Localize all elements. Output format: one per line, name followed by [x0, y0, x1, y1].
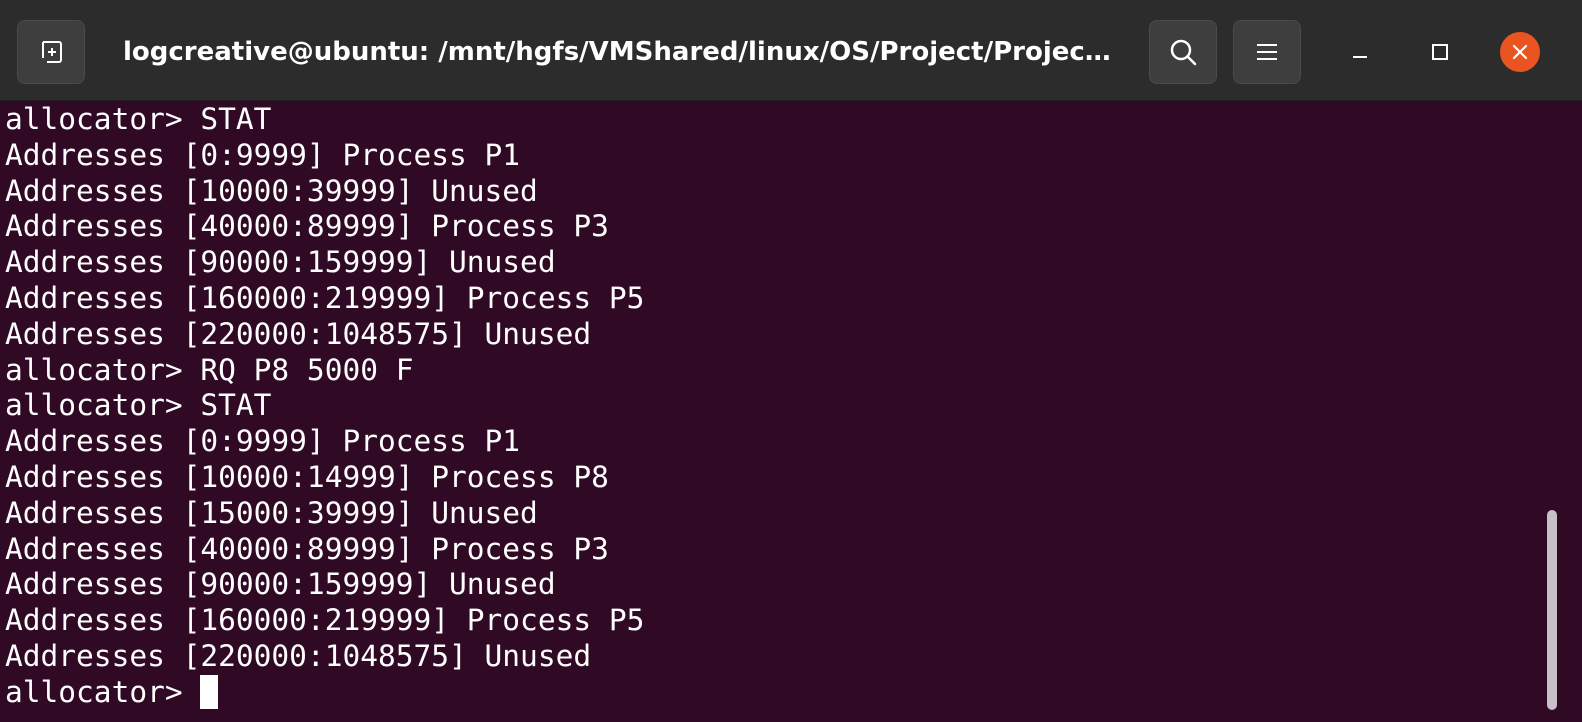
maximize-icon [1432, 44, 1448, 60]
terminal-line: Addresses [40000:89999] Process P3 [5, 209, 609, 244]
terminal-line: Addresses [0:9999] Process P1 [5, 424, 521, 459]
terminal-line: Addresses [15000:39999] Unused [5, 495, 538, 530]
terminal-line: allocator> STAT [5, 102, 272, 136]
hamburger-menu-icon [1257, 44, 1277, 60]
search-button[interactable] [1149, 20, 1217, 84]
close-icon [1512, 44, 1528, 60]
prompt-line[interactable]: allocator> [5, 674, 1560, 710]
terminal-line: Addresses [90000:159999] Unused [5, 245, 556, 280]
terminal-line: Addresses [220000:1048575] Unused [5, 316, 592, 351]
terminal-line: allocator> STAT [5, 388, 272, 423]
text-cursor [200, 674, 219, 709]
terminal-output[interactable]: allocator> STAT Addresses [0:9999] Proce… [0, 101, 1560, 722]
terminal-line: Addresses [220000:1048575] Unused [5, 638, 592, 673]
search-icon [1170, 39, 1197, 66]
minimize-button[interactable] [1340, 32, 1380, 72]
terminal-line: Addresses [90000:159999] Unused [5, 567, 556, 602]
terminal-line: Addresses [40000:89999] Process P3 [5, 531, 609, 566]
terminal-line: allocator> RQ P8 5000 F [5, 352, 414, 387]
terminal-line: Addresses [160000:219999] Process P5 [5, 280, 645, 315]
new-tab-button[interactable] [17, 20, 85, 84]
close-button[interactable] [1500, 32, 1540, 72]
menu-button[interactable] [1233, 20, 1301, 84]
prompt: allocator> [5, 674, 201, 709]
terminal-line: Addresses [160000:219999] Process P5 [5, 603, 645, 638]
title-bar: logcreative@ubuntu: /mnt/hgfs/VMShared/l… [0, 0, 1582, 101]
scrollbar[interactable] [1547, 510, 1557, 710]
new-tab-icon [42, 41, 62, 63]
window-title: logcreative@ubuntu: /mnt/hgfs/VMShared/l… [123, 37, 1111, 67]
maximize-button[interactable] [1420, 32, 1460, 72]
terminal-line: Addresses [0:9999] Process P1 [5, 137, 521, 172]
terminal-line: Addresses [10000:14999] Process P8 [5, 459, 609, 494]
terminal-window: logcreative@ubuntu: /mnt/hgfs/VMShared/l… [0, 0, 1582, 722]
minimize-icon [1353, 56, 1367, 58]
terminal-line: Addresses [10000:39999] Unused [5, 173, 538, 208]
